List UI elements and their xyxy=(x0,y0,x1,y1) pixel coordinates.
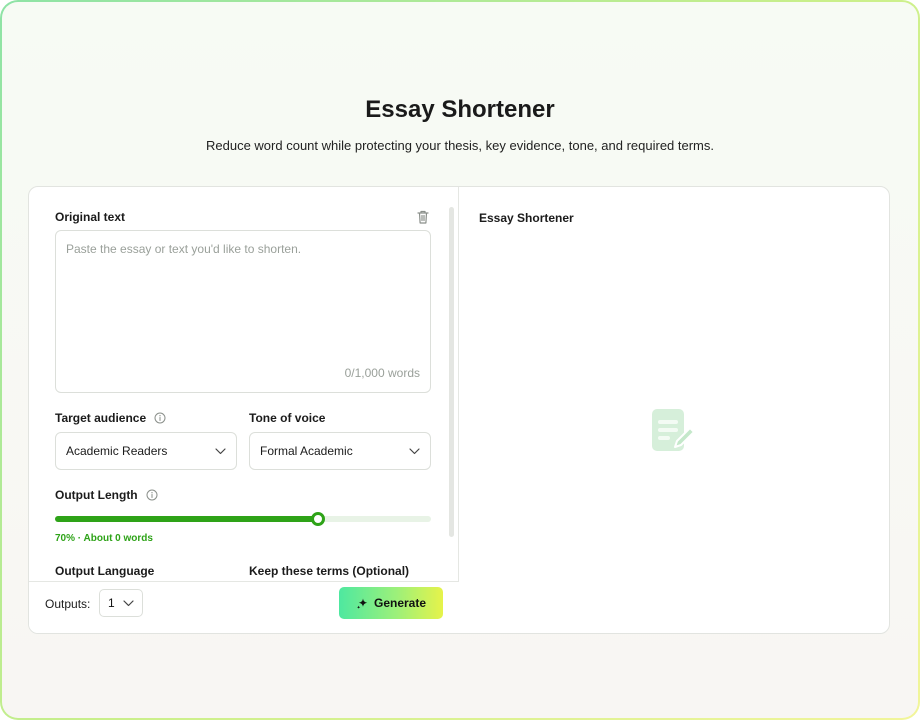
outputs-count-select[interactable]: 1 xyxy=(99,589,143,617)
output-length-label: Output Length xyxy=(55,488,138,502)
tone-of-voice-select[interactable]: Formal Academic xyxy=(249,432,431,470)
output-length-label-row: Output Length xyxy=(55,488,158,502)
chevron-down-icon xyxy=(409,447,420,454)
target-audience-select[interactable]: Academic Readers xyxy=(55,432,237,470)
original-text-container: 0/1,000 words xyxy=(55,230,431,393)
page-subtitle: Reduce word count while protecting your … xyxy=(206,138,714,153)
generate-button[interactable]: Generate xyxy=(339,587,443,619)
app-frame: Essay Shortener Reduce word count while … xyxy=(0,0,920,720)
tone-of-voice-value: Formal Academic xyxy=(260,444,353,458)
keep-terms-label: Keep these terms (Optional) xyxy=(249,564,410,578)
output-panel: Essay Shortener xyxy=(460,187,889,633)
info-icon[interactable] xyxy=(154,412,166,424)
info-icon[interactable] xyxy=(146,489,158,501)
app-background: Essay Shortener Reduce word count while … xyxy=(2,2,918,718)
chevron-down-icon xyxy=(215,447,226,454)
output-length-slider[interactable] xyxy=(55,512,431,526)
output-language-label: Output Language xyxy=(55,564,155,578)
target-audience-label-row: Target audience xyxy=(55,411,166,425)
output-length-value: 70% · About 0 words xyxy=(55,533,153,544)
trash-icon[interactable] xyxy=(416,209,430,225)
input-scroll-area[interactable]: Original text 0/1,000 words Target audie… xyxy=(29,187,459,581)
slider-fill xyxy=(55,516,319,522)
target-audience-value: Academic Readers xyxy=(66,444,168,458)
outputs-label: Outputs: xyxy=(45,597,91,611)
sparkle-icon xyxy=(356,598,368,609)
page-title: Essay Shortener xyxy=(365,96,555,123)
input-scrollbar[interactable] xyxy=(449,207,454,537)
original-text-label: Original text xyxy=(55,210,126,224)
tool-card: Original text 0/1,000 words Target audie… xyxy=(28,186,890,634)
slider-thumb[interactable] xyxy=(311,512,326,526)
chevron-down-icon xyxy=(123,599,134,606)
output-panel-title: Essay Shortener xyxy=(479,211,574,225)
outputs-count-value: 1 xyxy=(108,596,115,610)
input-footer: Outputs: 1 Generate xyxy=(29,581,459,633)
document-edit-icon xyxy=(652,409,695,451)
tone-of-voice-label: Tone of voice xyxy=(249,411,326,425)
input-panel: Original text 0/1,000 words Target audie… xyxy=(29,187,459,633)
generate-label: Generate xyxy=(373,596,427,610)
word-counter: 0/1,000 words xyxy=(344,366,420,380)
target-audience-label: Target audience xyxy=(55,411,147,425)
